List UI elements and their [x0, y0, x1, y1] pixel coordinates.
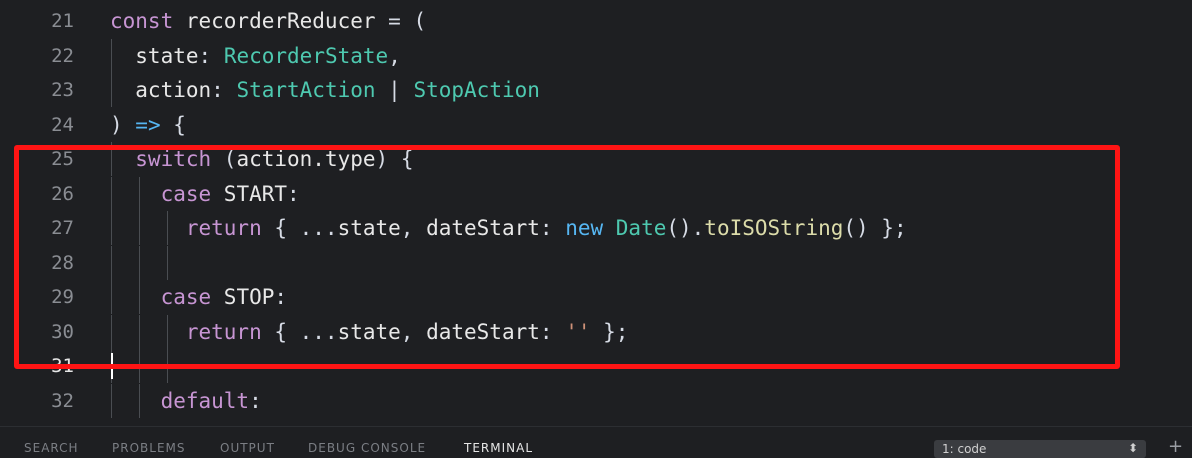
highlight-box	[14, 145, 1120, 369]
code-token: RecorderState	[223, 43, 389, 68]
code-text: ) => {	[110, 108, 186, 142]
code-token: )	[110, 112, 136, 137]
code-token: :	[198, 43, 224, 68]
code-line[interactable]: 23 action: StartAction | StopAction	[0, 73, 1192, 107]
code-text: default:	[110, 384, 262, 418]
tab-problems[interactable]: PROBLEMS	[112, 441, 186, 455]
tab-terminal[interactable]: TERMINAL	[464, 441, 533, 455]
code-token: |	[375, 78, 414, 102]
code-token: ,	[388, 43, 401, 68]
code-token: default	[110, 388, 250, 413]
code-token: {	[160, 112, 186, 137]
line-number: 21	[51, 10, 74, 32]
line-number: 24	[51, 113, 74, 136]
code-token: =>	[135, 112, 161, 137]
terminal-select[interactable]: 1: code ⬍	[934, 440, 1146, 458]
code-line[interactable]: 22 state: RecorderState,	[0, 38, 1192, 73]
code-token: recorderReducer	[185, 9, 376, 33]
code-token: :	[249, 388, 262, 413]
terminal-select-value: 1: code	[942, 442, 987, 456]
code-token: const	[110, 9, 186, 33]
plus-icon[interactable]: +	[1168, 436, 1183, 457]
code-token: :	[211, 78, 237, 102]
code-token: action	[110, 78, 212, 102]
code-line[interactable]: 24) => {	[0, 108, 1192, 142]
tab-debug-console[interactable]: DEBUG CONSOLE	[308, 441, 426, 455]
code-text: const recorderReducer = (	[110, 4, 426, 38]
code-token: StartAction	[236, 78, 376, 102]
line-number: 32	[51, 389, 74, 412]
tab-search[interactable]: SEARCH	[24, 441, 79, 455]
line-number: 23	[51, 79, 74, 101]
code-token: = (	[375, 9, 427, 33]
code-token: state	[110, 43, 199, 68]
code-text: state: RecorderState,	[110, 39, 401, 73]
chevron-up-down-icon: ⬍	[1127, 441, 1138, 455]
code-line[interactable]: 21 const recorderReducer = (	[0, 4, 1192, 38]
code-token: StopAction	[413, 78, 540, 102]
code-text: action: StartAction | StopAction	[110, 73, 540, 107]
tab-output[interactable]: OUTPUT	[220, 441, 275, 455]
code-line[interactable]: 32 default:	[0, 383, 1192, 418]
line-number: 22	[51, 44, 74, 67]
